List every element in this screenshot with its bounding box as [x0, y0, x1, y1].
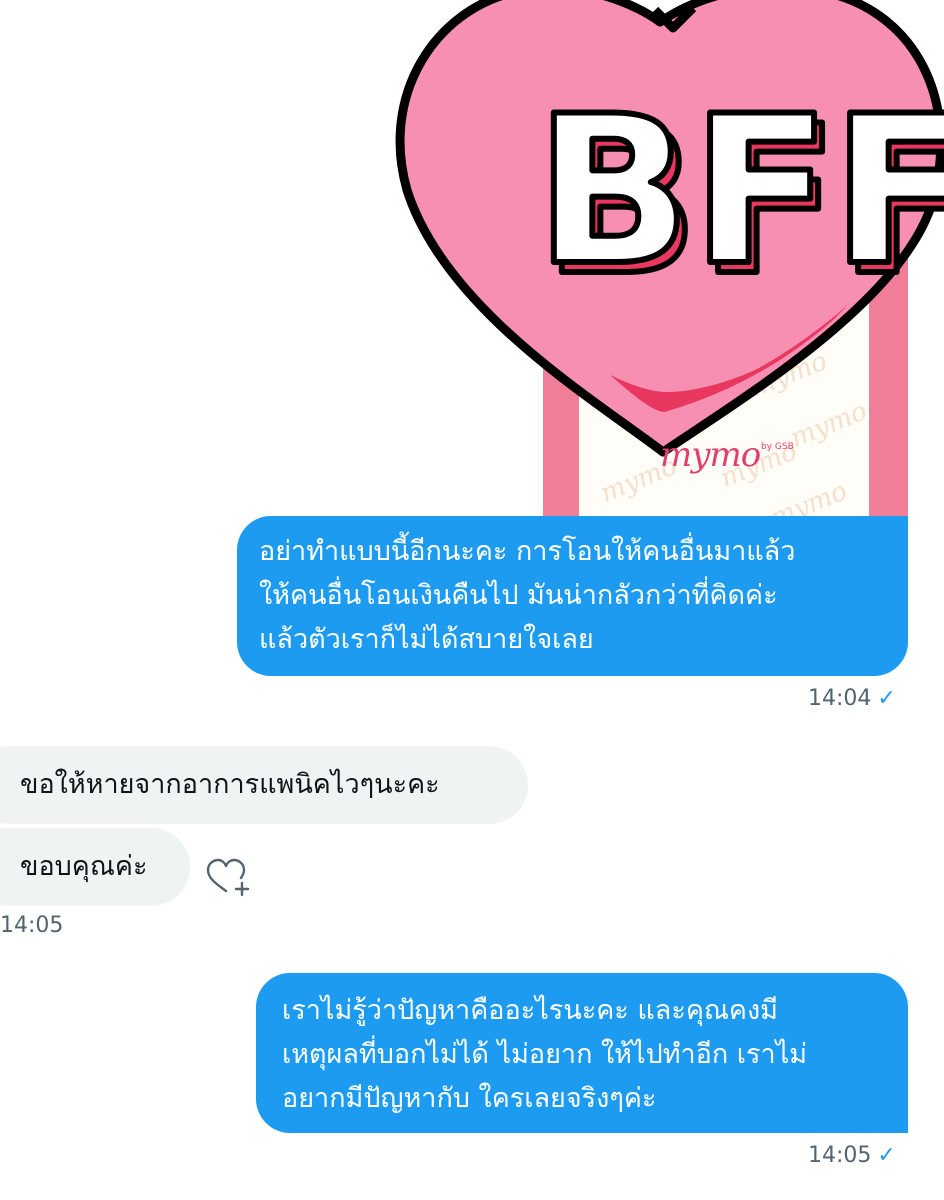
check-icon: ✓: [877, 1143, 896, 1168]
message-meta: 14:04 ✓: [808, 686, 896, 711]
message-bubble-received[interactable]: ขอให้หายจากอาการแพนิคไวๆนะคะ: [0, 746, 528, 824]
timestamp: 14:05: [808, 1143, 872, 1168]
heart-plus-icon[interactable]: [204, 857, 254, 899]
message-bubble-sent[interactable]: เราไม่รู้ว่าปัญหาคืออะไรนะคะ และคุณคงมี …: [256, 973, 908, 1133]
dm-conversation: mymo mymo mymo mymo mymo BFF BFF mymo by…: [0, 0, 944, 1200]
message-text-line: ขอให้หายจากอาการแพนิคไวๆนะคะ: [20, 769, 440, 800]
message-text-line: แล้วตัวเราก็ไม่ได้สบายใจเลย: [259, 624, 594, 655]
check-icon: ✓: [877, 686, 896, 711]
message-text-line: เหตุผลที่บอกไม่ได้ ไม่อยาก ให้ไปทำอีก เร…: [282, 1039, 808, 1070]
timestamp: 14:04: [808, 686, 872, 711]
message-bubble-received[interactable]: ขอบคุณค่ะ: [0, 828, 190, 906]
message-text-line: อย่าทำแบบนี้อีกนะคะ การโอนให้คนอื่นมาแล้…: [259, 536, 796, 567]
bff-letters: BFF BFF: [532, 70, 944, 324]
message-text-line: อยากมีปัญหากับ ใครเลยจริงๆค่ะ: [282, 1083, 657, 1114]
message-text-line: ให้คนอื่นโอนเงินคืนไป มันน่ากลัวกว่าที่ค…: [259, 580, 778, 611]
mymo-logo-by: by GSB: [761, 442, 794, 452]
message-text-line: เราไม่รู้ว่าปัญหาคืออะไรนะคะ และคุณคงมี: [282, 995, 778, 1026]
bff-text: BFF: [535, 73, 944, 311]
message-text-line: ขอบคุณค่ะ: [20, 851, 148, 882]
mymo-logo: mymo: [660, 435, 761, 475]
shared-image[interactable]: mymo mymo mymo mymo mymo BFF BFF mymo by…: [385, 0, 944, 518]
timestamp: 14:05: [0, 913, 64, 938]
message-meta: 14:05: [0, 913, 63, 938]
message-bubble-sent[interactable]: อย่าทำแบบนี้อีกนะคะ การโอนให้คนอื่นมาแล้…: [237, 516, 908, 676]
message-meta: 14:05 ✓: [808, 1143, 896, 1168]
